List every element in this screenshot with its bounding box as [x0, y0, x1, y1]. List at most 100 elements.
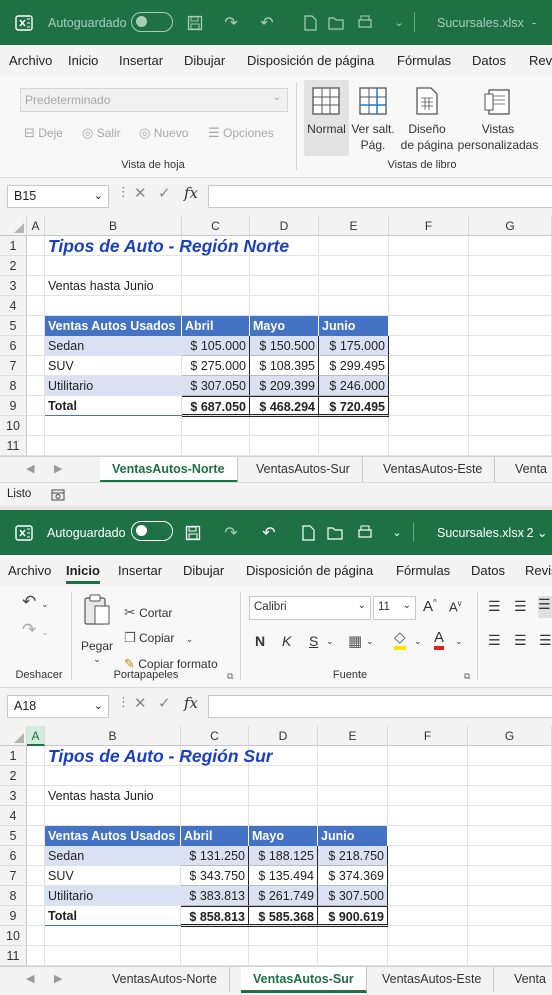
shrink-font-icon[interactable]: Av	[449, 599, 462, 614]
formula-input[interactable]	[208, 185, 552, 208]
cancel-icon[interactable]: ✕	[134, 184, 147, 202]
total-value-cell[interactable]: $ 585.368	[249, 906, 318, 927]
menu-insertar[interactable]: Insertar	[119, 45, 163, 76]
grid-cell[interactable]	[181, 786, 249, 806]
grid-cell[interactable]	[45, 806, 181, 826]
menu-archivo[interactable]: Archivo	[8, 555, 51, 586]
table-header-cell[interactable]: Junio	[318, 826, 388, 846]
grid-cell[interactable]	[249, 926, 318, 946]
align-right-icon[interactable]: ☰	[539, 632, 552, 649]
column-header-b[interactable]: B	[45, 726, 181, 746]
grid-cell[interactable]	[469, 396, 552, 416]
table-value-cell[interactable]: $ 218.750	[318, 846, 388, 866]
accessibility-icon[interactable]	[51, 489, 65, 501]
grid-cell[interactable]	[469, 276, 552, 296]
grid-cell[interactable]	[250, 256, 319, 276]
column-header-a[interactable]: A	[27, 726, 45, 746]
table-header-cell[interactable]: Mayo	[250, 316, 319, 336]
tab-ventasautos-more[interactable]: Venta	[503, 457, 552, 482]
grid-cell[interactable]	[389, 296, 469, 316]
align-bottom-icon[interactable]: ☰	[538, 596, 552, 618]
column-header-g[interactable]: G	[469, 216, 552, 236]
grid-cell[interactable]	[27, 236, 45, 256]
row-header[interactable]: 7	[0, 866, 27, 886]
autosave-toggle[interactable]	[131, 12, 173, 32]
row-header[interactable]: 3	[0, 276, 27, 296]
table-value-cell[interactable]: $ 246.000	[319, 376, 389, 396]
column-header-e[interactable]: E	[318, 726, 388, 746]
grid-cell[interactable]	[388, 806, 468, 826]
row-header[interactable]: 10	[0, 926, 27, 946]
grid-cell[interactable]	[27, 926, 45, 946]
grid-cell[interactable]	[249, 946, 318, 966]
insert-function-icon[interactable]: fx	[184, 694, 198, 712]
row-header[interactable]: 6	[0, 336, 27, 356]
grid-cell[interactable]	[27, 866, 45, 886]
grid-cell[interactable]	[27, 846, 45, 866]
redo-icon[interactable]: ↷ ⌄	[22, 620, 49, 640]
grid-cell[interactable]	[469, 296, 552, 316]
grid-cell[interactable]	[318, 746, 388, 766]
grid-cell[interactable]	[45, 766, 181, 786]
open-folder-icon[interactable]	[325, 510, 345, 555]
row-header[interactable]: 9	[0, 906, 27, 926]
table-row-label[interactable]: Sedan	[45, 846, 181, 866]
table-value-cell[interactable]: $ 275.000	[182, 356, 250, 376]
table-value-cell[interactable]: $ 150.500	[250, 336, 319, 356]
grid-cell[interactable]	[389, 276, 469, 296]
grid-cell[interactable]	[27, 316, 45, 336]
grid-cell[interactable]	[468, 746, 552, 766]
name-box[interactable]: B15 ⌄	[7, 185, 109, 208]
grid-cell[interactable]	[389, 236, 469, 256]
enter-icon[interactable]: ✓	[158, 694, 171, 712]
menu-archivo[interactable]: Archivo	[9, 45, 52, 76]
enter-icon[interactable]: ✓	[158, 184, 171, 202]
table-row-label[interactable]: SUV	[45, 866, 181, 886]
tab-scroll-right-icon[interactable]: ▶	[54, 462, 62, 475]
grid-cell[interactable]	[468, 886, 552, 906]
autosave-toggle[interactable]	[131, 521, 173, 541]
row-header[interactable]: 10	[0, 416, 27, 436]
total-value-cell[interactable]: $ 468.294	[250, 396, 319, 417]
open-folder-icon[interactable]	[326, 0, 346, 45]
table-value-cell[interactable]: $ 105.000	[182, 336, 250, 356]
sheet-subtitle[interactable]: Ventas hasta Junio	[48, 786, 154, 806]
total-label[interactable]: Total	[45, 906, 181, 926]
page-break-view-button[interactable]: Ver salt. Pág.	[350, 80, 396, 156]
table-value-cell[interactable]: $ 108.395	[250, 356, 319, 376]
grid-cell[interactable]	[249, 766, 318, 786]
grid-cell[interactable]	[389, 256, 469, 276]
grid-cell[interactable]	[27, 946, 45, 966]
grid-cell[interactable]	[388, 786, 468, 806]
grid-cell[interactable]	[181, 766, 249, 786]
row-header[interactable]: 2	[0, 766, 27, 786]
grid-cell[interactable]	[318, 926, 388, 946]
table-value-cell[interactable]: $ 261.749	[249, 886, 318, 906]
table-value-cell[interactable]: $ 307.050	[182, 376, 250, 396]
row-header[interactable]: 11	[0, 436, 27, 456]
worksheet-grid[interactable]: A B C D E F G 1 2 3 4 5 6 7 8 9 10 11 Tipos de Auto…	[0, 726, 552, 966]
options-button[interactable]: ☰ Opciones	[208, 125, 274, 141]
grid-cell[interactable]	[468, 766, 552, 786]
grid-cell[interactable]	[182, 276, 250, 296]
table-value-cell[interactable]: $ 299.495	[319, 356, 389, 376]
row-header[interactable]: 5	[0, 316, 27, 336]
select-all-corner[interactable]	[0, 726, 27, 746]
keep-button[interactable]: ⊟ Deje	[24, 125, 63, 141]
align-left-icon[interactable]: ☰	[488, 632, 501, 649]
sheet-title[interactable]: Tipos de Auto - Región Norte	[48, 235, 289, 257]
save-icon[interactable]	[182, 510, 204, 555]
column-header-c[interactable]: C	[182, 216, 250, 236]
grid-cell[interactable]	[468, 866, 552, 886]
grid-cell[interactable]	[27, 886, 45, 906]
tab-ventasautos-more[interactable]: Venta	[502, 967, 552, 992]
total-value-cell[interactable]: $ 687.050	[182, 396, 250, 417]
insert-function-icon[interactable]: fx	[184, 184, 198, 202]
grid-cell[interactable]	[388, 906, 468, 926]
grow-font-icon[interactable]: A^	[423, 598, 437, 615]
grid-cell[interactable]	[250, 276, 319, 296]
grid-cell[interactable]	[27, 296, 45, 316]
table-row-label[interactable]: Sedan	[45, 336, 182, 356]
grid-cell[interactable]	[182, 416, 250, 436]
total-value-cell[interactable]: $ 900.619	[318, 906, 388, 927]
